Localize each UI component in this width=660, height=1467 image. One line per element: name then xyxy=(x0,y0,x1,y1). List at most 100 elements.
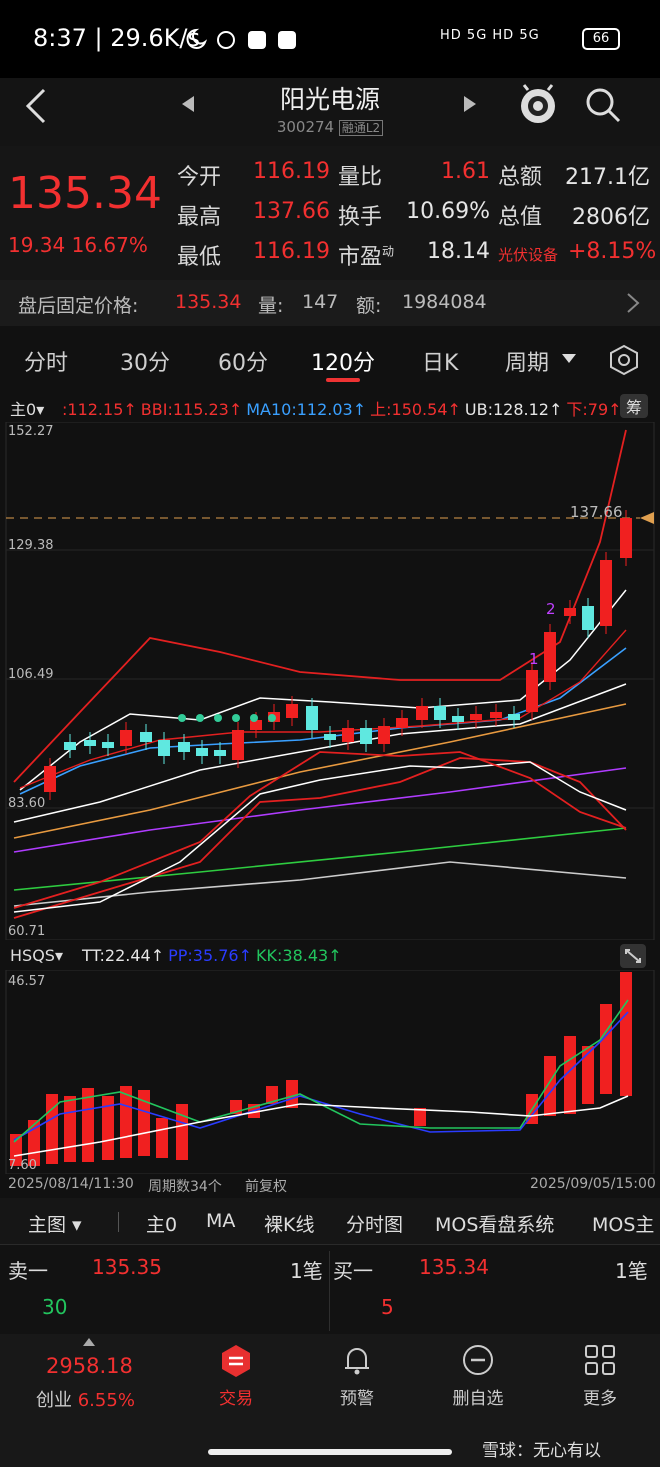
candle-body xyxy=(526,670,538,712)
signal-dot xyxy=(214,714,222,722)
settings-hex-icon[interactable] xyxy=(609,344,639,376)
low-value: 116.19 xyxy=(253,239,330,264)
candle-body xyxy=(306,706,318,730)
stock-name: 阳光电源 xyxy=(279,85,380,114)
tab-120min[interactable]: 120分 xyxy=(311,345,375,377)
candle-body xyxy=(250,720,262,730)
index-change: 创业 6.55% xyxy=(36,1390,135,1411)
date-end: 2025/09/05/15:00 xyxy=(530,1176,656,1192)
candle-body xyxy=(140,732,152,742)
sell1-label: 卖一 xyxy=(8,1259,48,1283)
indicator-value: BBI:115.23↑ xyxy=(140,400,243,419)
buy1-volume: 5 xyxy=(381,1295,394,1319)
func-main0[interactable]: 主0 xyxy=(146,1210,177,1237)
func-intraday-chart[interactable]: 分时图 xyxy=(346,1210,403,1237)
hsqs-chart[interactable] xyxy=(0,970,660,1174)
y-label-4: 83.60 xyxy=(8,796,46,811)
caret-up-icon xyxy=(83,1338,95,1346)
candle-body xyxy=(544,632,556,682)
func-mos-system[interactable]: MOS看盘系统 xyxy=(435,1210,554,1237)
candle-body xyxy=(508,714,520,720)
volume-bar xyxy=(286,1080,298,1108)
chip-dist-button[interactable]: 筹 xyxy=(620,394,648,418)
high-label: 最高 xyxy=(177,205,222,230)
signal-indicator: HD 5G HD 5G xyxy=(440,28,540,43)
indicator-line xyxy=(13,703,627,839)
kline-chart[interactable] xyxy=(0,422,660,940)
remove-watchlist-icon[interactable] xyxy=(462,1344,494,1376)
bell-icon[interactable] xyxy=(342,1344,372,1376)
tab-60min[interactable]: 60分 xyxy=(218,345,268,377)
candle-body xyxy=(232,730,244,760)
mascot-icon[interactable] xyxy=(518,84,558,126)
buy1-count: 1笔 xyxy=(615,1259,648,1283)
candle-body xyxy=(286,704,298,718)
indicator-line xyxy=(13,751,627,909)
y-label-3: 106.49 xyxy=(8,667,54,682)
indicator-value: KK:38.43↑ xyxy=(256,946,342,965)
volume-bar xyxy=(64,1096,76,1162)
volume-bar xyxy=(582,1046,594,1104)
indicator-value: MA10:112.03↑ xyxy=(246,400,367,419)
after-hours-price: 135.34 xyxy=(175,291,242,313)
battery-icon: 66 xyxy=(582,28,620,50)
volume-bar xyxy=(620,972,632,1096)
nav-remove-label[interactable]: 删自选 xyxy=(428,1384,528,1409)
tab-period[interactable]: 周期 xyxy=(505,345,549,377)
volume-bar xyxy=(600,1004,612,1094)
alarm-icon xyxy=(217,31,235,49)
func-ma[interactable]: MA xyxy=(206,1210,235,1232)
after-hours-amt-label: 额: xyxy=(356,295,382,317)
app-notify-icon xyxy=(248,31,266,49)
trade-icon[interactable] xyxy=(220,1344,252,1378)
func-bare-k[interactable]: 裸K线 xyxy=(264,1210,314,1237)
watermark: 雪球：无心有以 xyxy=(482,1441,601,1461)
price-change: 19.34 16.67% xyxy=(8,233,148,257)
main-selector[interactable]: 主0▾ xyxy=(10,396,44,420)
func-main-chart[interactable]: 主图 ▾ xyxy=(28,1210,82,1237)
indicator-value: :112.15↑ xyxy=(62,400,137,419)
sub-indicator-values: TT:22.44↑ PP:35.76↑ KK:38.43↑ xyxy=(82,946,346,965)
last-price: 135.34 xyxy=(8,168,162,219)
nav-alert-label[interactable]: 预警 xyxy=(307,1384,407,1409)
candle-body xyxy=(416,706,428,720)
candle-body xyxy=(214,750,226,756)
home-indicator xyxy=(208,1449,452,1455)
tab-intraday[interactable]: 分时 xyxy=(24,345,68,377)
func-divider xyxy=(118,1212,119,1232)
signal-dot xyxy=(232,714,240,722)
volume-bar xyxy=(120,1086,132,1158)
indicator-value: TT:22.44↑ xyxy=(82,946,165,965)
search-icon[interactable] xyxy=(584,86,622,124)
candle-body xyxy=(158,740,170,756)
sub-indicator-row: HSQS▾ TT:22.44↑ PP:35.76↑ KK:38.43↑ xyxy=(0,942,660,970)
buy1-price[interactable]: 135.34 xyxy=(419,1255,489,1279)
grid-more-icon[interactable] xyxy=(584,1344,616,1376)
marker-2: 2 xyxy=(546,600,556,618)
tab-daily[interactable]: 日K xyxy=(422,345,458,377)
next-stock-icon[interactable] xyxy=(462,96,476,112)
indicator-line xyxy=(13,429,627,783)
sector-label[interactable]: 光伏设备 xyxy=(498,244,558,265)
mktcap-label: 总值 xyxy=(498,205,543,230)
indicator-line xyxy=(19,647,627,795)
indicator-value: 上:150.54↑ xyxy=(370,400,461,419)
after-hours-bar[interactable]: 盘后固定价格: 135.34 量: 147 额: 1984084 xyxy=(0,280,660,326)
func-mos-main[interactable]: MOS主 xyxy=(592,1210,654,1237)
tab-30min[interactable]: 30分 xyxy=(120,345,170,377)
date-row: 2025/08/14/11:30 周期数34个 前复权 2025/09/05/1… xyxy=(0,1174,660,1196)
sector-change: +8.15% xyxy=(568,239,657,264)
main-indicator-row: 主0▾ :112.15↑ BBI:115.23↑ MA10:112.03↑ 上:150… xyxy=(0,392,660,422)
index-value[interactable]: 2958.18 xyxy=(46,1354,133,1378)
expand-icon[interactable] xyxy=(620,944,646,968)
sell1-price[interactable]: 135.35 xyxy=(92,1255,162,1279)
buy1-label: 买一 xyxy=(333,1259,373,1283)
candle-body xyxy=(84,740,96,746)
sub-selector[interactable]: HSQS▾ xyxy=(10,946,63,965)
nav-more-label[interactable]: 更多 xyxy=(550,1384,650,1409)
candle-body xyxy=(120,730,132,746)
status-time-speed: 8:37 | 29.6K/s xyxy=(33,24,201,52)
price-pointer xyxy=(640,512,654,524)
candle-body xyxy=(342,728,354,742)
nav-trade-label[interactable]: 交易 xyxy=(186,1384,286,1409)
